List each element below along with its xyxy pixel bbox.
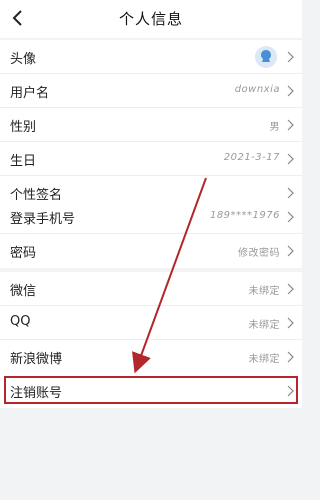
chevron-right-icon [287, 351, 294, 363]
row-avatar[interactable]: 头像 [0, 40, 302, 74]
page-title: 个人信息 [118, 10, 183, 28]
chevron-right-icon [287, 245, 294, 257]
username-value: downxia [234, 84, 280, 95]
row-phone[interactable]: 登录手机号 189****1976 [0, 200, 302, 234]
cancel-account-label: 注销账号 [10, 386, 63, 401]
birthday-label: 生日 [10, 154, 37, 169]
account-section: 登录手机号 189****1976 密码 修改密码 [0, 200, 302, 268]
phone-value: 189****1976 [209, 210, 280, 221]
avatar-label: 头像 [10, 52, 37, 67]
phone-label: 登录手机号 [10, 212, 76, 227]
row-qq[interactable]: QQ 未绑定 [0, 306, 302, 340]
row-username[interactable]: 用户名 downxia [0, 74, 302, 108]
binding-section: 微信 未绑定 QQ 未绑定 新浪微博 未绑定 [0, 272, 302, 374]
qq-value: 未绑定 [248, 320, 280, 331]
chevron-right-icon [287, 119, 294, 131]
password-label: 密码 [10, 246, 37, 261]
chevron-right-icon [287, 283, 294, 295]
nav-header: 个人信息 [0, 0, 302, 38]
cancel-section: 注销账号 [0, 374, 302, 408]
qq-label: QQ [10, 314, 31, 329]
row-cancel-account[interactable]: 注销账号 [0, 374, 302, 408]
password-value: 修改密码 [238, 248, 280, 259]
chevron-right-icon [287, 51, 294, 63]
avatar[interactable] [254, 45, 278, 69]
birthday-value: 2021-3-17 [223, 152, 280, 163]
row-birthday[interactable]: 生日 2021-3-17 [0, 142, 302, 176]
wechat-label: 微信 [10, 284, 37, 299]
chevron-right-icon [287, 187, 294, 199]
gender-label: 性别 [10, 120, 37, 135]
username-label: 用户名 [10, 86, 50, 101]
chevron-right-icon [287, 153, 294, 165]
chevron-right-icon [287, 211, 294, 223]
basic-info-section: 头像 用户名 downxia 性别 男 生日 2021-3-17 个性签名 [0, 40, 302, 210]
chevron-right-icon [287, 317, 294, 329]
weibo-label: 新浪微博 [10, 352, 63, 367]
chevron-right-icon [287, 385, 294, 397]
wechat-value: 未绑定 [248, 286, 280, 297]
chevron-right-icon [287, 85, 294, 97]
row-gender[interactable]: 性别 男 [0, 108, 302, 142]
row-wechat[interactable]: 微信 未绑定 [0, 272, 302, 306]
row-password[interactable]: 密码 修改密码 [0, 234, 302, 268]
gender-value: 男 [269, 122, 280, 133]
row-weibo[interactable]: 新浪微博 未绑定 [0, 340, 302, 374]
weibo-value: 未绑定 [248, 354, 280, 365]
